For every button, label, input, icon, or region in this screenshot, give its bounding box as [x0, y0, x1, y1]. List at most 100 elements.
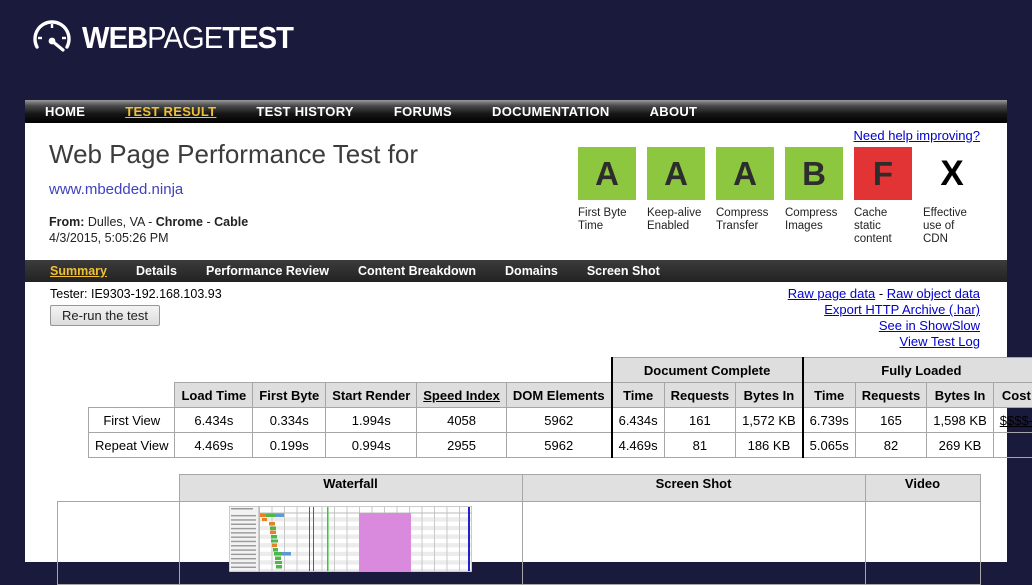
col-fl-bytes: Bytes In — [927, 383, 994, 408]
cell-dc-requests: 161 — [664, 408, 736, 433]
cell-dom-elements: 5962 — [506, 408, 611, 433]
page-title: Web Page Performance Test for — [49, 139, 418, 170]
cell-speed-index: 4058 — [417, 408, 507, 433]
cell-dom-elements: 5962 — [506, 433, 611, 458]
grade-letter: B — [802, 155, 826, 193]
cell-speed-index: 2955 — [417, 433, 507, 458]
cost-link[interactable]: $$$$- — [1000, 413, 1032, 428]
column-header-row: Load Time First Byte Start Render Speed … — [89, 383, 1032, 408]
first-view-row: First View 6.434s 0.334s 1.994s 4058 596… — [89, 408, 1032, 433]
cell-fl-time: 5.065s — [803, 433, 856, 458]
grade-letter: F — [873, 155, 893, 193]
cell-fl-bytes: 269 KB — [927, 433, 994, 458]
raw-page-data-link[interactable]: Raw page data — [788, 286, 875, 301]
logo-text: WEBPAGETEST — [82, 20, 293, 56]
video-cell — [865, 502, 980, 585]
grade-label: Compress Transfer — [716, 207, 774, 233]
tab-details[interactable]: Details — [136, 264, 177, 278]
grade-first-byte[interactable]: A First Byte Time — [578, 147, 636, 246]
grade-compress-images[interactable]: B Compress Images — [785, 147, 843, 246]
col-cost: Cost — [993, 383, 1032, 408]
col-start-render: Start Render — [326, 383, 417, 408]
showslow-link[interactable]: See in ShowSlow — [879, 318, 980, 333]
media-row-label — [58, 502, 180, 585]
grade-compress-transfer[interactable]: A Compress Transfer — [716, 147, 774, 246]
nav-test-history[interactable]: TEST HISTORY — [256, 104, 354, 119]
fully-loaded-group-header: Fully Loaded — [803, 358, 1032, 383]
raw-object-data-link[interactable]: Raw object data — [887, 286, 980, 301]
view-test-log-link[interactable]: View Test Log — [900, 334, 980, 349]
col-fl-time: Time — [803, 383, 856, 408]
col-fl-requests: Requests — [855, 383, 927, 408]
cell-start-render: 1.994s — [326, 408, 417, 433]
cell-load-time: 6.434s — [175, 408, 253, 433]
col-speed-index-link[interactable]: Speed Index — [423, 388, 500, 403]
grade-summary: A First Byte Time A Keep-alive Enabled A… — [578, 147, 981, 246]
grade-letter: A — [733, 155, 757, 193]
results-summary-table: Document Complete Fully Loaded Load Time… — [88, 357, 1032, 458]
col-dom-elements: DOM Elements — [506, 383, 611, 408]
tab-summary[interactable]: Summary — [50, 264, 107, 278]
grade-keep-alive[interactable]: A Keep-alive Enabled — [647, 147, 705, 246]
col-screenshot: Screen Shot — [522, 475, 865, 502]
cell-dc-time: 4.469s — [612, 433, 665, 458]
document-complete-group-header: Document Complete — [612, 358, 803, 383]
group-header-row: Document Complete Fully Loaded — [89, 358, 1032, 383]
grade-cdn[interactable]: X Effective use of CDN — [923, 147, 981, 246]
grade-label: Compress Images — [785, 207, 843, 233]
col-first-byte: First Byte — [253, 383, 326, 408]
content-area: Need help improving? Web Page Performanc… — [25, 123, 1007, 562]
cell-dc-requests: 81 — [664, 433, 736, 458]
col-dc-requests: Requests — [664, 383, 736, 408]
cell-dc-bytes: 186 KB — [736, 433, 803, 458]
nav-documentation[interactable]: DOCUMENTATION — [492, 104, 610, 119]
cell-dc-time: 6.434s — [612, 408, 665, 433]
cell-fl-bytes: 1,598 KB — [927, 408, 994, 433]
media-table: Waterfall Screen Shot Video — [57, 474, 981, 585]
cell-dc-bytes: 1,572 KB — [736, 408, 803, 433]
webpagetest-logo[interactable]: WEBPAGETEST — [30, 16, 306, 60]
need-help-link[interactable]: Need help improving? — [854, 128, 980, 143]
waterfall-thumbnail[interactable] — [229, 506, 472, 572]
col-dc-time: Time — [612, 383, 665, 408]
cell-fl-time: 6.739s — [803, 408, 856, 433]
tab-domains[interactable]: Domains — [505, 264, 558, 278]
nav-home[interactable]: HOME — [45, 104, 85, 119]
screenshot-cell — [522, 502, 865, 585]
nav-test-result[interactable]: TEST RESULT — [125, 104, 216, 119]
col-waterfall: Waterfall — [179, 475, 522, 502]
cell-cost — [993, 433, 1032, 458]
tab-screen-shot[interactable]: Screen Shot — [587, 264, 660, 278]
grade-letter: X — [940, 154, 963, 194]
speedometer-icon — [30, 16, 74, 60]
cell-fl-requests: 82 — [855, 433, 927, 458]
result-tabs: Summary Details Performance Review Conte… — [25, 260, 1007, 282]
test-location: From: Dulles, VA - Chrome - Cable — [49, 215, 248, 229]
col-video: Video — [865, 475, 980, 502]
export-links: Raw page data - Raw object data Export H… — [788, 286, 980, 350]
tab-performance-review[interactable]: Performance Review — [206, 264, 329, 278]
grade-label: Cache static content — [854, 207, 912, 246]
cell-fl-requests: 165 — [855, 408, 927, 433]
tab-content-breakdown[interactable]: Content Breakdown — [358, 264, 476, 278]
grade-label: Keep-alive Enabled — [647, 207, 705, 233]
export-har-link[interactable]: Export HTTP Archive (.har) — [824, 302, 980, 317]
nav-about[interactable]: ABOUT — [650, 104, 698, 119]
grade-letter: A — [595, 155, 619, 193]
repeat-view-row: Repeat View 4.469s 0.199s 0.994s 2955 59… — [89, 433, 1032, 458]
grade-letter: A — [664, 155, 688, 193]
grade-label: Effective use of CDN — [923, 207, 981, 246]
media-first-view-row — [58, 502, 981, 585]
link-separator: - — [875, 286, 887, 301]
nav-forums[interactable]: FORUMS — [394, 104, 452, 119]
grade-cache-static[interactable]: F Cache static content — [854, 147, 912, 246]
row-label: First View — [89, 408, 175, 433]
col-dc-bytes: Bytes In — [736, 383, 803, 408]
waterfall-cell — [179, 502, 522, 585]
page-container: WEBPAGETEST HOME TEST RESULT TEST HISTOR… — [25, 0, 1007, 562]
tested-url-link[interactable]: www.mbedded.ninja — [49, 181, 183, 198]
cell-first-byte: 0.334s — [253, 408, 326, 433]
rerun-test-button[interactable]: Re-run the test — [50, 305, 160, 326]
cell-load-time: 4.469s — [175, 433, 253, 458]
grade-label: First Byte Time — [578, 207, 636, 233]
